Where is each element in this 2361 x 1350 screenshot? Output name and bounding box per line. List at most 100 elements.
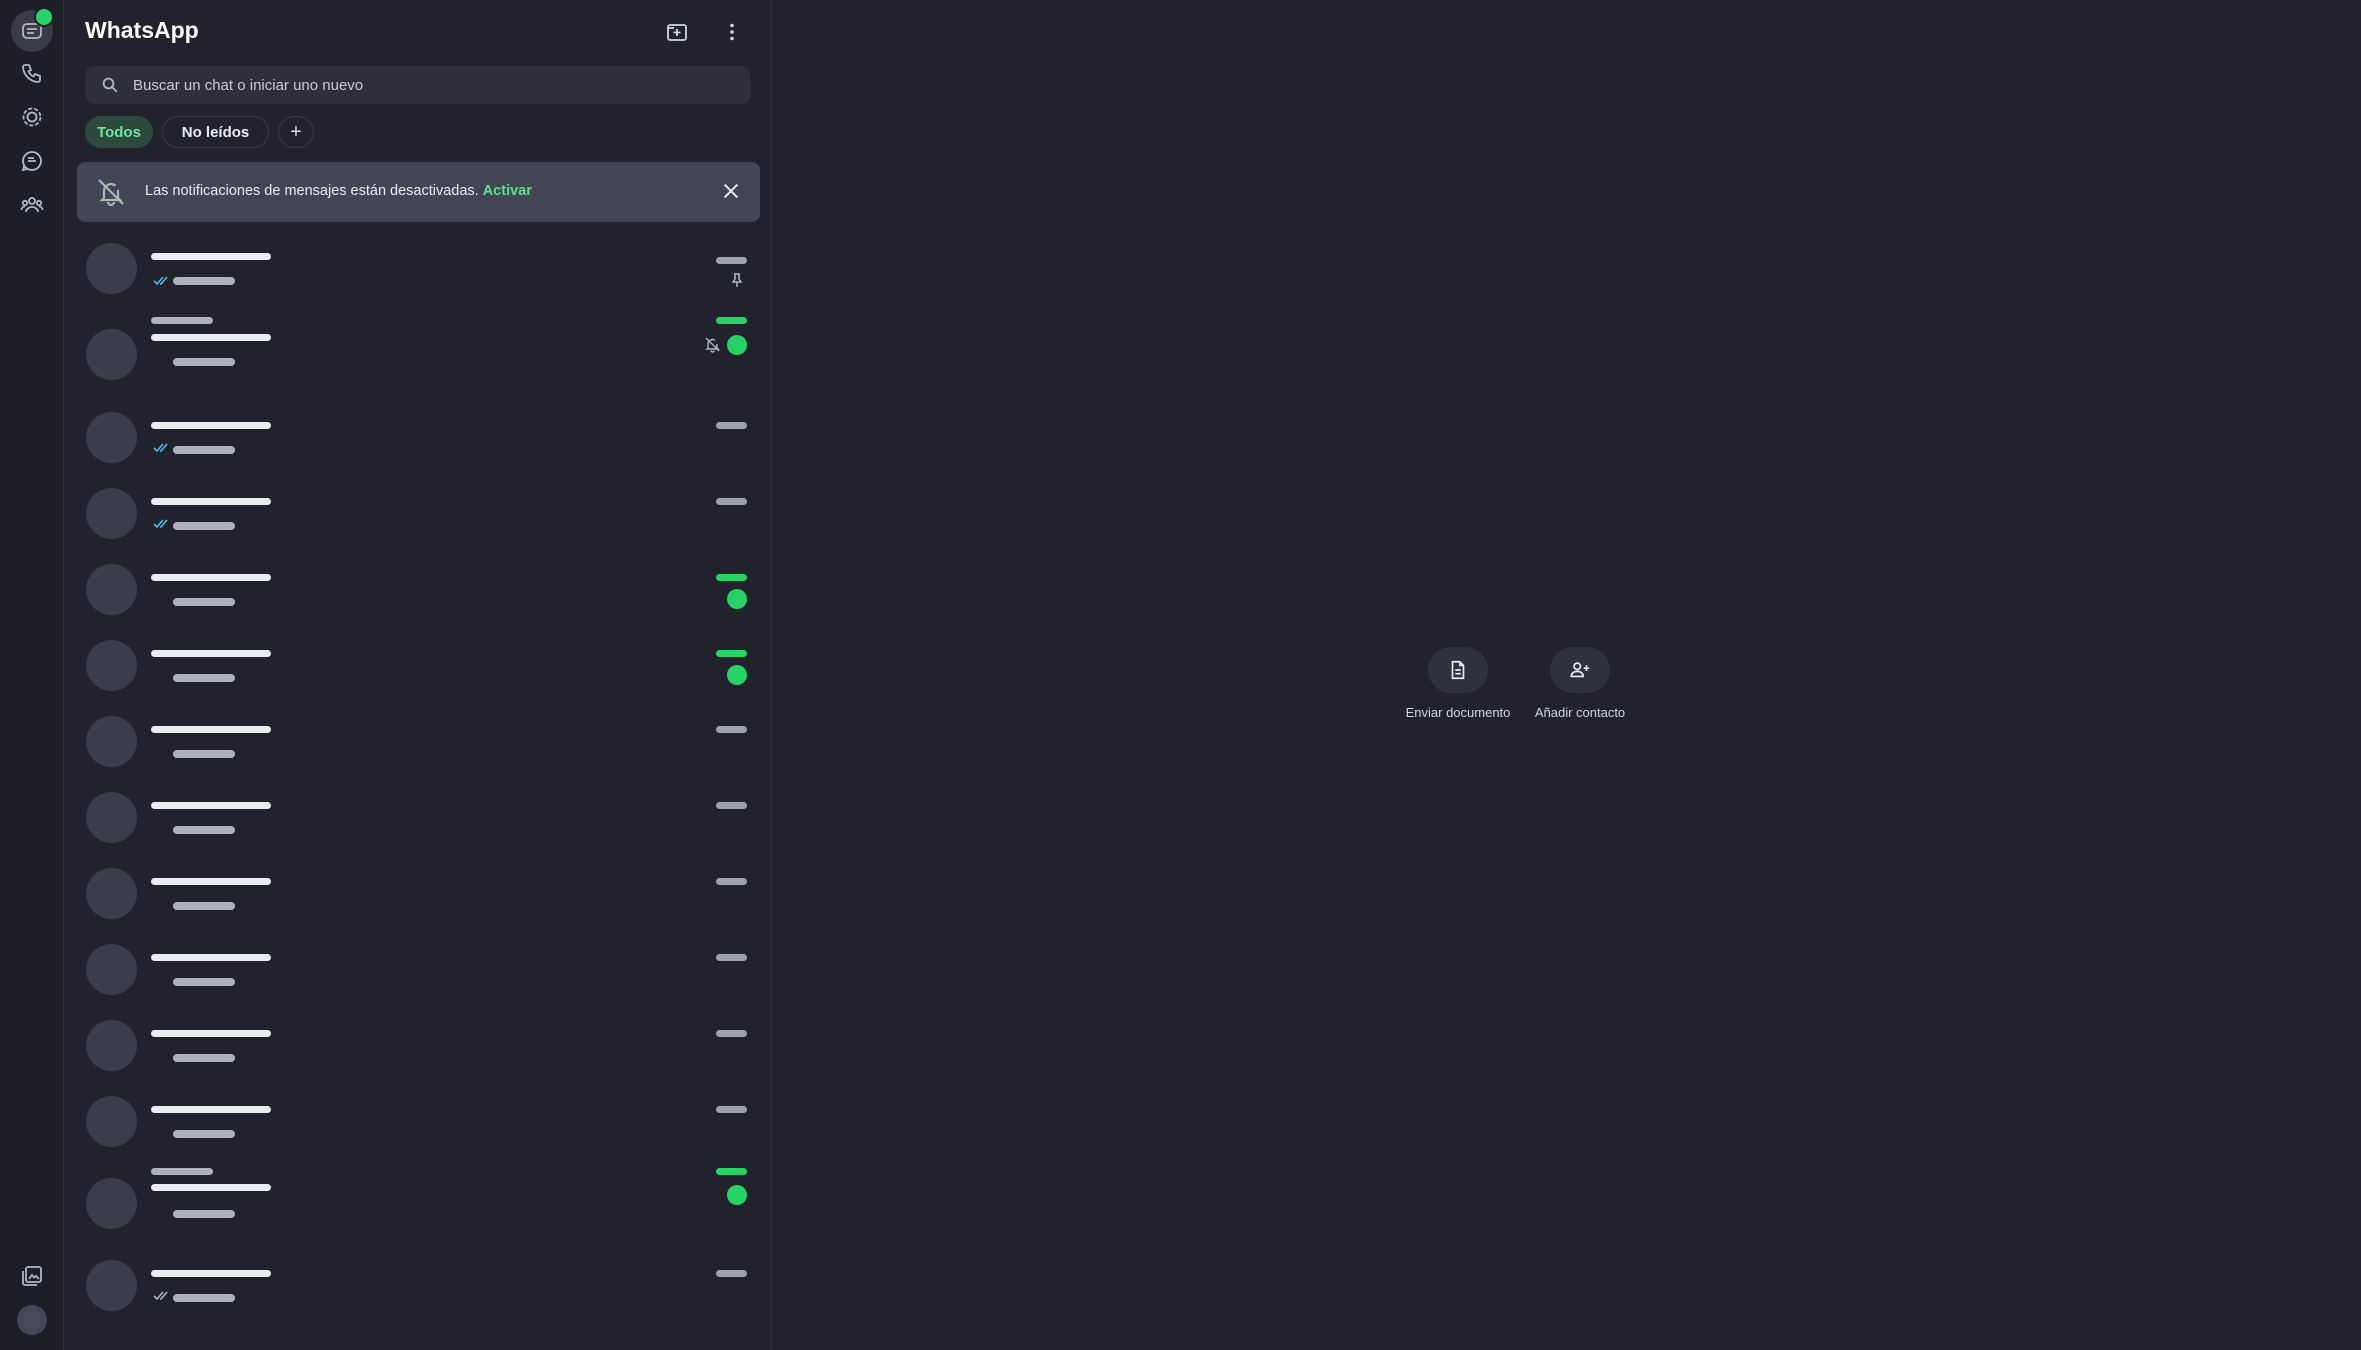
unread-indicator xyxy=(34,7,54,27)
message-placeholder xyxy=(173,446,235,454)
time-placeholder xyxy=(716,650,747,657)
message-placeholder xyxy=(173,826,235,834)
name-placeholder xyxy=(151,1030,271,1037)
communities-icon xyxy=(20,197,44,213)
delivered-ticks-icon xyxy=(153,1291,168,1301)
whatsapp-window: WhatsApp Todos No leídos + Las notificac… xyxy=(0,0,2361,1350)
unread-badge xyxy=(727,335,747,355)
chat-row[interactable] xyxy=(65,310,770,400)
menu-button[interactable] xyxy=(715,15,749,49)
time-placeholder xyxy=(716,317,747,324)
document-icon xyxy=(1451,660,1465,680)
add-filter-button[interactable]: + xyxy=(278,116,314,148)
avatar xyxy=(86,564,137,615)
add-user-icon xyxy=(1570,662,1590,678)
chat-row[interactable] xyxy=(65,1248,770,1324)
muted-bell-icon xyxy=(705,337,720,353)
time-placeholder xyxy=(716,498,747,505)
close-notice-button[interactable] xyxy=(718,178,744,204)
media-nav-button[interactable] xyxy=(11,1255,53,1297)
new-chat-icon xyxy=(667,24,687,41)
close-icon xyxy=(723,183,739,199)
unread-badge xyxy=(727,665,747,685)
channels-nav-button[interactable] xyxy=(11,140,53,182)
search-bar[interactable] xyxy=(85,66,751,104)
more-vertical-icon xyxy=(730,23,734,41)
notice-text: Las notificaciones de mensajes están des… xyxy=(145,183,479,199)
chat-row[interactable] xyxy=(65,856,770,932)
sender-placeholder xyxy=(151,1168,213,1175)
sender-placeholder xyxy=(151,317,213,324)
notice-message: Las notificaciones de mensajes están des… xyxy=(145,183,532,199)
message-placeholder xyxy=(173,902,235,910)
avatar xyxy=(86,868,137,919)
bell-off-icon xyxy=(95,176,127,208)
app-title: WhatsApp xyxy=(85,17,199,43)
calls-nav-button[interactable] xyxy=(11,52,53,94)
avatar xyxy=(86,243,137,294)
new-chat-button[interactable] xyxy=(660,15,694,49)
unread-badge xyxy=(727,589,747,609)
add-contact-label: Añadir contacto xyxy=(1534,705,1626,720)
message-placeholder xyxy=(173,277,235,285)
name-placeholder xyxy=(151,878,271,885)
chat-row[interactable] xyxy=(65,780,770,856)
avatar xyxy=(86,1096,137,1147)
avatar xyxy=(86,1178,137,1229)
notifications-off-banner: Las notificaciones de mensajes están des… xyxy=(77,162,760,222)
name-placeholder xyxy=(151,334,271,341)
chat-row[interactable] xyxy=(65,1084,770,1160)
name-placeholder xyxy=(151,422,271,429)
add-contact-button[interactable] xyxy=(1550,647,1610,693)
time-placeholder xyxy=(716,954,747,961)
filter-all-chip[interactable]: Todos xyxy=(85,116,153,148)
message-placeholder xyxy=(173,522,235,530)
chat-list-panel: WhatsApp Todos No leídos + Las notificac… xyxy=(65,0,771,1350)
profile-avatar[interactable] xyxy=(17,1305,47,1335)
add-contact-action[interactable]: Añadir contacto xyxy=(1515,647,1645,720)
phone-icon xyxy=(22,64,41,83)
time-placeholder xyxy=(716,802,747,809)
status-nav-button[interactable] xyxy=(11,96,53,138)
chat-row[interactable] xyxy=(65,704,770,780)
channels-icon xyxy=(21,151,42,172)
avatar xyxy=(86,716,137,767)
name-placeholder xyxy=(151,1106,271,1113)
name-placeholder xyxy=(151,1184,271,1191)
filter-unread-chip[interactable]: No leídos xyxy=(162,116,269,148)
chat-row[interactable] xyxy=(65,476,770,552)
message-placeholder xyxy=(173,1294,235,1302)
pin-icon xyxy=(731,273,743,287)
activate-notifications-link[interactable]: Activar xyxy=(483,183,532,199)
avatar xyxy=(86,1020,137,1071)
chat-row[interactable] xyxy=(65,552,770,628)
chat-row[interactable] xyxy=(65,230,770,310)
media-gallery-icon xyxy=(22,1266,42,1286)
chat-row[interactable] xyxy=(65,400,770,476)
name-placeholder xyxy=(151,498,271,505)
chat-list xyxy=(65,230,770,1324)
time-placeholder xyxy=(716,1168,747,1175)
send-document-action[interactable]: Enviar documento xyxy=(1393,647,1523,720)
search-input[interactable] xyxy=(133,76,733,94)
message-placeholder xyxy=(173,1054,235,1062)
communities-nav-button[interactable] xyxy=(11,184,53,226)
chat-row[interactable] xyxy=(65,1008,770,1084)
avatar xyxy=(86,640,137,691)
send-document-label: Enviar documento xyxy=(1405,705,1511,720)
chat-row[interactable] xyxy=(65,1160,770,1248)
read-ticks-icon xyxy=(153,519,168,529)
chat-row[interactable] xyxy=(65,628,770,704)
chat-row[interactable] xyxy=(65,932,770,1008)
search-icon xyxy=(101,76,119,94)
name-placeholder xyxy=(151,1270,271,1277)
name-placeholder xyxy=(151,802,271,809)
avatar xyxy=(86,329,137,380)
time-placeholder xyxy=(716,257,747,264)
time-placeholder xyxy=(716,1106,747,1113)
read-ticks-icon xyxy=(153,276,168,286)
send-document-button[interactable] xyxy=(1428,647,1488,693)
name-placeholder xyxy=(151,650,271,657)
message-placeholder xyxy=(173,750,235,758)
read-ticks-icon xyxy=(153,443,168,453)
